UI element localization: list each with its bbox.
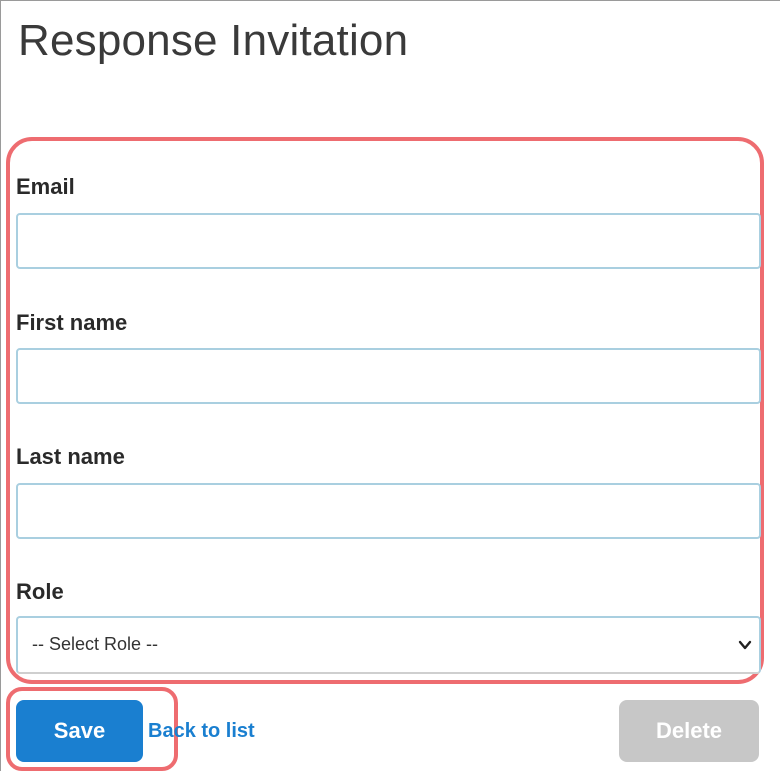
delete-button[interactable]: Delete (619, 700, 759, 762)
role-select[interactable]: -- Select Role -- (16, 616, 761, 674)
last-name-field[interactable] (16, 483, 761, 539)
role-label: Role (16, 579, 64, 604)
frame-border-top (0, 0, 780, 1)
page-title: Response Invitation (18, 16, 409, 65)
first-name-label: First name (16, 310, 128, 335)
last-name-label: Last name (16, 444, 125, 469)
first-name-field[interactable] (16, 348, 761, 404)
save-button[interactable]: Save (16, 700, 143, 762)
frame-border-left (0, 0, 1, 771)
chevron-down-icon (738, 640, 752, 650)
email-field[interactable] (16, 213, 761, 269)
back-to-list-link[interactable]: Back to list (148, 720, 255, 743)
page: Response Invitation Email First name Las… (0, 0, 780, 771)
email-label: Email (16, 174, 75, 199)
role-select-value: -- Select Role -- (32, 634, 159, 654)
